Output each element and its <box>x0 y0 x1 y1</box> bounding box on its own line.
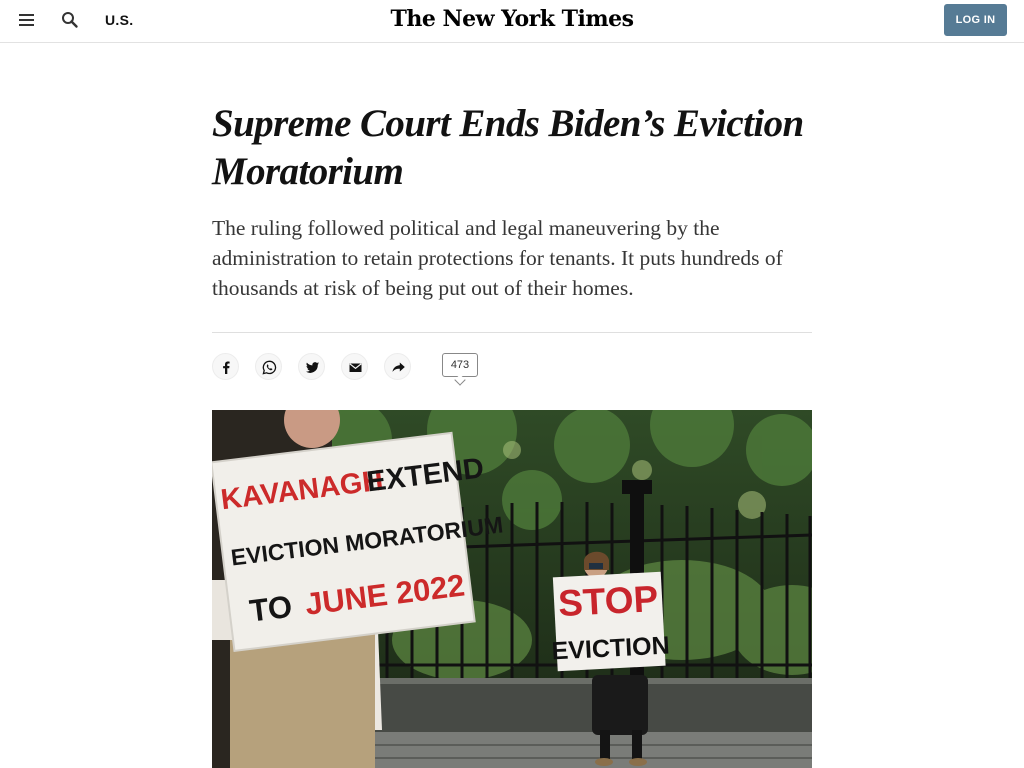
facebook-icon <box>223 361 230 374</box>
facebook-share-button[interactable] <box>212 353 239 380</box>
article-summary: The ruling followed political and legal … <box>212 216 783 300</box>
comment-count: 473 <box>450 359 470 371</box>
divider <box>212 332 812 333</box>
comments-button[interactable]: 473 <box>442 353 478 386</box>
whatsapp-share-button[interactable] <box>255 353 282 380</box>
twitter-share-button[interactable] <box>298 353 325 380</box>
share-toolbar: 473 <box>212 353 812 386</box>
more-share-button[interactable] <box>384 353 411 380</box>
email-share-button[interactable] <box>341 353 368 380</box>
email-icon <box>349 363 362 372</box>
log-in-button[interactable]: LOG IN <box>944 4 1007 36</box>
masthead: U.S. The New York Times LOG IN <box>0 0 1024 43</box>
protest-photo-illustration: STOP EVICTION KAVANAGH EXTEND EVICTION M… <box>212 410 812 768</box>
twitter-icon <box>306 362 319 373</box>
sign-stop-text: STOP <box>557 578 659 624</box>
lead-photo[interactable]: STOP EVICTION KAVANAGH EXTEND EVICTION M… <box>212 410 812 768</box>
nyt-logo[interactable]: The New York Times <box>0 6 1024 32</box>
sign-to-text: TO <box>248 589 294 629</box>
whatsapp-icon <box>262 360 277 375</box>
comment-bubble-tail <box>454 374 466 386</box>
share-arrow-icon <box>392 362 405 372</box>
headline: Supreme Court Ends Biden’s Eviction Mora… <box>212 102 804 193</box>
